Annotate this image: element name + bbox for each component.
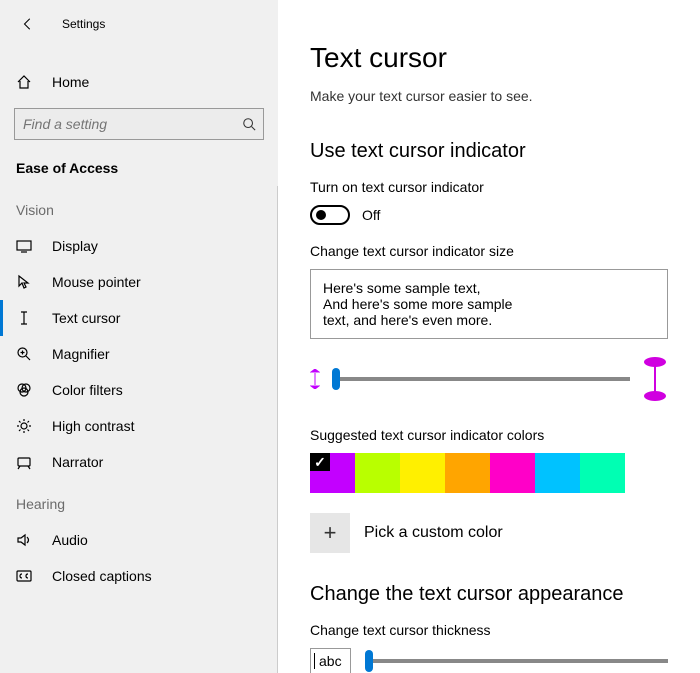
nav-label: Narrator [52, 454, 103, 470]
sidebar-item-audio[interactable]: Audio [0, 522, 278, 558]
sidebar-item-high-contrast[interactable]: High contrast [0, 408, 278, 444]
sidebar-item-color-filters[interactable]: Color filters [0, 372, 278, 408]
slider-thumb-icon [332, 368, 340, 390]
pick-custom-row: + Pick a custom color [310, 513, 668, 553]
thickness-slider[interactable] [365, 659, 668, 663]
sidebar-item-closed-captions[interactable]: Closed captions [0, 558, 278, 594]
color-filters-icon [16, 382, 32, 398]
thickness-row: abc [310, 648, 668, 673]
search-wrap [14, 108, 264, 140]
search-icon [242, 117, 256, 131]
color-swatch-purple[interactable] [310, 453, 355, 493]
sidebar-header: Settings [0, 12, 278, 36]
color-swatch-orange[interactable] [445, 453, 490, 493]
sidebar-item-magnifier[interactable]: Magnifier [0, 336, 278, 372]
home-icon [16, 74, 32, 90]
narrator-icon [16, 454, 32, 470]
pick-custom-button[interactable]: + [310, 513, 350, 553]
nav-label: High contrast [52, 418, 134, 434]
section-appearance-title: Change the text cursor appearance [310, 583, 668, 606]
section-ease-of-access: Ease of Access [0, 154, 278, 186]
nav-label: Mouse pointer [52, 274, 141, 290]
toggle-row: Off [310, 205, 668, 225]
settings-sidebar: Settings Home Ease of Access Vision Disp… [0, 0, 278, 673]
thickness-field-label: Change text cursor thickness [310, 622, 668, 638]
magnifier-icon [16, 346, 32, 362]
sample-text-box: Here's some sample text, And here's some… [310, 269, 668, 339]
high-contrast-icon [16, 418, 32, 434]
color-swatches [310, 453, 668, 493]
nav-label: Magnifier [52, 346, 110, 362]
indicator-toggle[interactable] [310, 205, 350, 225]
size-slider[interactable] [332, 377, 630, 381]
color-swatch-lime[interactable] [355, 453, 400, 493]
page-subtitle: Make your text cursor easier to see. [310, 88, 668, 104]
nav-label: Text cursor [52, 310, 120, 326]
sidebar-item-display[interactable]: Display [0, 228, 278, 264]
home-label: Home [52, 74, 89, 90]
sidebar-item-home[interactable]: Home [0, 64, 278, 100]
sample-line: And here's some more sample [323, 296, 655, 312]
large-cursor-icon [642, 357, 668, 401]
thickness-preview: abc [310, 648, 351, 673]
sidebar-item-mouse-pointer[interactable]: Mouse pointer [0, 264, 278, 300]
nav-label: Audio [52, 532, 88, 548]
color-swatch-magenta[interactable] [490, 453, 535, 493]
sample-line: Here's some sample text, [323, 280, 655, 296]
sidebar-item-narrator[interactable]: Narrator [0, 444, 278, 480]
plus-icon: + [324, 520, 337, 546]
closed-captions-icon [16, 568, 32, 584]
settings-title: Settings [62, 17, 105, 31]
toggle-value: Off [362, 207, 380, 223]
sidebar-item-text-cursor[interactable]: Text cursor [0, 300, 278, 336]
group-vision: Vision [0, 186, 278, 228]
nav-label: Color filters [52, 382, 123, 398]
colors-field-label: Suggested text cursor indicator colors [310, 427, 668, 443]
audio-icon [16, 532, 32, 548]
pick-custom-label: Pick a custom color [364, 524, 503, 542]
arrow-left-icon [21, 17, 35, 31]
color-swatch-teal[interactable] [580, 453, 625, 493]
main-pane: Text cursor Make your text cursor easier… [278, 0, 700, 673]
size-field-label: Change text cursor indicator size [310, 243, 668, 259]
slider-thumb-icon [365, 650, 373, 672]
back-button[interactable] [16, 12, 40, 36]
toggle-field-label: Turn on text cursor indicator [310, 179, 668, 195]
page-title: Text cursor [310, 42, 668, 74]
nav-label: Closed captions [52, 568, 152, 584]
section-indicator-title: Use text cursor indicator [310, 140, 668, 163]
mouse-pointer-icon [16, 274, 32, 290]
toggle-knob-icon [316, 210, 326, 220]
nav-label: Display [52, 238, 98, 254]
search-input[interactable] [14, 108, 264, 140]
group-hearing: Hearing [0, 480, 278, 522]
display-icon [16, 238, 32, 254]
color-swatch-yellow[interactable] [400, 453, 445, 493]
size-slider-row [310, 357, 668, 401]
sample-line: text, and here's even more. [323, 312, 655, 328]
text-cursor-icon [16, 310, 32, 326]
small-cursor-icon [310, 369, 320, 389]
color-swatch-cyan[interactable] [535, 453, 580, 493]
